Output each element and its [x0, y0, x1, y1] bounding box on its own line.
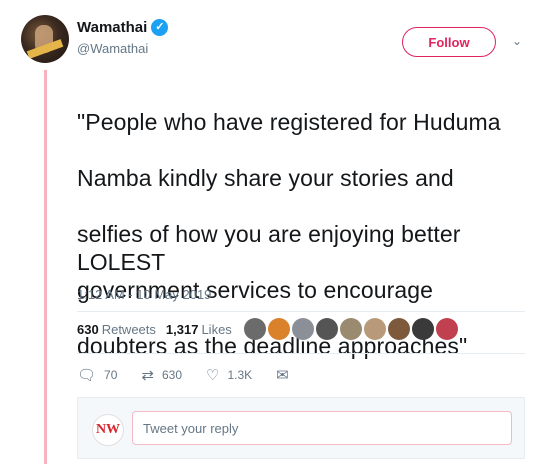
liker-avatars	[244, 318, 458, 340]
reply-action[interactable]: 🗨︎ 70	[77, 366, 117, 384]
liker-avatar[interactable]	[412, 318, 434, 340]
tweet-text-line: selfies of how you are enjoying better	[77, 221, 461, 247]
retweets-stat[interactable]: 630 Retweets	[77, 322, 156, 337]
retweet-count: 630	[161, 368, 183, 382]
liker-avatar[interactable]	[244, 318, 266, 340]
chevron-down-icon[interactable]: ⌄	[512, 34, 522, 48]
current-user-avatar[interactable]: NW	[92, 414, 124, 446]
retweets-stat-count: 630	[77, 322, 99, 337]
tweet-timestamp[interactable]: 1:12 AM - 10 May 2019	[77, 287, 211, 302]
author-handle[interactable]: @Wamathai	[77, 41, 148, 56]
liker-avatar[interactable]	[388, 318, 410, 340]
tweet-text-line: "People who have registered for Huduma	[77, 109, 501, 135]
author-display-name[interactable]: Wamathai	[77, 19, 147, 36]
reply-count: 70	[104, 368, 118, 382]
likes-stat-label: Likes	[201, 322, 232, 337]
divider	[77, 311, 525, 312]
retweet-icon: ⇄	[141, 367, 154, 384]
divider	[77, 353, 525, 354]
liker-avatar[interactable]	[268, 318, 290, 340]
engagement-stats: 630 Retweets 1,317 Likes	[77, 322, 232, 337]
retweets-stat-label: Retweets	[101, 322, 156, 337]
reply-input[interactable]	[132, 411, 512, 445]
follow-button[interactable]: Follow	[402, 27, 496, 57]
verified-badge-icon: ✓	[151, 19, 169, 36]
retweet-action[interactable]: ⇄ 630	[141, 366, 182, 384]
likes-stat[interactable]: 1,317 Likes	[166, 322, 232, 337]
envelope-icon: ✉	[276, 367, 289, 384]
tweet-text: "People who have registered for Huduma N…	[77, 80, 537, 388]
like-count: 1.3K	[227, 368, 253, 382]
likes-stat-count: 1,317	[165, 322, 199, 337]
thread-line	[44, 70, 47, 464]
liker-avatar[interactable]	[364, 318, 386, 340]
liker-avatar[interactable]	[316, 318, 338, 340]
author-name-row[interactable]: Wamathai ✓	[77, 19, 169, 36]
heart-icon: ♡	[206, 367, 220, 384]
tweet-actions: 🗨︎ 70 ⇄ 630 ♡ 1.3K ✉	[77, 366, 313, 384]
author-avatar[interactable]	[21, 15, 69, 63]
reply-icon: 🗨︎	[77, 367, 97, 384]
tweet-footer-text: LOLEST	[77, 249, 166, 275]
direct-message-action[interactable]: ✉	[276, 366, 289, 384]
like-action[interactable]: ♡ 1.3K	[206, 366, 252, 384]
liker-avatar[interactable]	[436, 318, 458, 340]
liker-avatar[interactable]	[292, 318, 314, 340]
liker-avatar[interactable]	[340, 318, 362, 340]
tweet-text-line: Namba kindly share your stories and	[77, 165, 454, 191]
reply-composer: NW	[77, 397, 525, 459]
